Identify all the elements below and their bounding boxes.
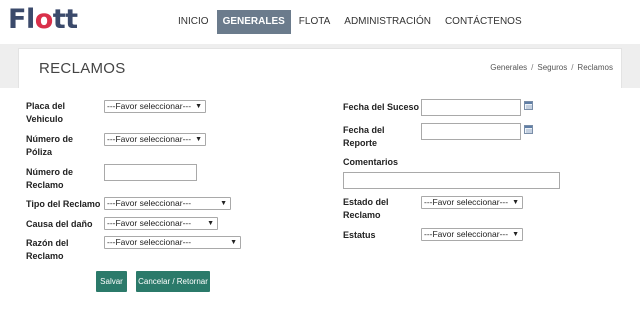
razon-select[interactable]: ---Favor seleccionar--- ▼ [104, 236, 241, 249]
main-nav: INICIO GENERALES FLOTA ADMINISTRACIÓN CO… [172, 10, 530, 34]
placa-label-line2: Vehiculo [26, 114, 64, 124]
tipo-select-value: ---Favor seleccionar--- [107, 198, 192, 208]
reclamo-num-label-line1: Número de [26, 167, 74, 177]
chevron-down-icon: ▼ [512, 231, 519, 238]
top-navbar: Flott INICIO GENERALES FLOTA ADMINISTRAC… [0, 0, 640, 42]
breadcrumb: Generales / Seguros / Reclamos [490, 63, 613, 72]
logo-suffix: tt [52, 4, 78, 35]
poliza-label-line1: Número de [26, 134, 74, 144]
placa-label-line1: Placa del [26, 101, 66, 111]
razon-label-line2: Reclamo [26, 251, 64, 261]
estado-label-line1: Estado del [343, 197, 389, 207]
estado-label-line2: Reclamo [343, 210, 381, 220]
placa-select-value: ---Favor seleccionar--- [107, 101, 192, 111]
breadcrumb-seguros[interactable]: Seguros [537, 63, 567, 72]
nav-item-flota[interactable]: FLOTA [293, 10, 336, 34]
breadcrumb-reclamos: Reclamos [577, 63, 613, 72]
poliza-select-value: ---Favor seleccionar--- [107, 134, 192, 144]
chevron-down-icon: ▼ [512, 199, 519, 206]
chevron-down-icon: ▼ [195, 136, 202, 143]
estatus-select-value: ---Favor seleccionar--- [424, 229, 509, 239]
nav-item-generales[interactable]: GENERALES [216, 10, 291, 34]
estado-select-value: ---Favor seleccionar--- [424, 197, 509, 207]
comentarios-label: Comentarios [343, 157, 399, 167]
placa-label: Placa del Vehiculo [26, 100, 65, 126]
logo-prefix: Fl [8, 4, 35, 35]
fecha-reporte-label-line2: Reporte [343, 138, 378, 148]
chevron-down-icon: ▼ [195, 103, 202, 110]
nav-item-contactenos[interactable]: CONTÁCTENOS [439, 10, 528, 34]
estado-label: Estado del Reclamo [343, 196, 389, 222]
estatus-select[interactable]: ---Favor seleccionar--- ▼ [421, 228, 523, 241]
breadcrumb-separator: / [531, 63, 534, 72]
chevron-down-icon: ▼ [220, 200, 227, 207]
nav-item-inicio[interactable]: INICIO [172, 10, 215, 34]
page-header-panel: RECLAMOS Generales / Seguros / Reclamos [18, 48, 622, 88]
causa-select-value: ---Favor seleccionar--- [107, 218, 192, 228]
poliza-select[interactable]: ---Favor seleccionar--- ▼ [104, 133, 206, 146]
comentarios-input[interactable] [343, 172, 560, 189]
razon-label-line1: Razón del [26, 238, 69, 248]
chevron-down-icon: ▼ [207, 220, 214, 227]
calendar-icon[interactable] [524, 101, 533, 110]
estado-select[interactable]: ---Favor seleccionar--- ▼ [421, 196, 523, 209]
poliza-label-line2: Póliza [26, 147, 53, 157]
estatus-label: Estatus [343, 230, 376, 240]
fecha-reporte-label-line1: Fecha del [343, 125, 385, 135]
tipo-select[interactable]: ---Favor seleccionar--- ▼ [104, 197, 231, 210]
reclamo-num-label: Número de Reclamo [26, 166, 73, 192]
tipo-label: Tipo del Reclamo [26, 199, 101, 209]
fecha-reporte-input[interactable] [421, 123, 521, 140]
razon-select-value: ---Favor seleccionar--- [107, 237, 192, 247]
calendar-grid [526, 129, 532, 133]
save-button[interactable]: Salvar [96, 271, 127, 292]
causa-select[interactable]: ---Favor seleccionar--- ▼ [104, 217, 218, 230]
page-title: RECLAMOS [39, 60, 126, 77]
fecha-suceso-label: Fecha del Suceso [343, 102, 420, 112]
placa-select[interactable]: ---Favor seleccionar--- ▼ [104, 100, 206, 113]
reclamo-num-label-line2: Reclamo [26, 180, 64, 190]
razon-label: Razón del Reclamo [26, 237, 69, 263]
breadcrumb-separator: / [571, 63, 574, 72]
calendar-grid [526, 105, 532, 109]
breadcrumb-generales[interactable]: Generales [490, 63, 527, 72]
reclamo-num-input[interactable] [104, 164, 197, 181]
calendar-icon[interactable] [524, 125, 533, 134]
nav-item-administracion[interactable]: ADMINISTRACIÓN [338, 10, 437, 34]
cancel-return-button[interactable]: Cancelar / Retornar [136, 271, 210, 292]
logo-accent-letter: o [34, 4, 54, 35]
chevron-down-icon: ▼ [230, 239, 237, 246]
causa-label: Causa del daño [26, 219, 93, 229]
logo-text: Flott [8, 4, 78, 36]
fecha-suceso-input[interactable] [421, 99, 521, 116]
poliza-label: Número de Póliza [26, 133, 73, 159]
fecha-reporte-label: Fecha del Reporte [343, 124, 385, 150]
flott-logo[interactable]: Flott [8, 4, 78, 36]
